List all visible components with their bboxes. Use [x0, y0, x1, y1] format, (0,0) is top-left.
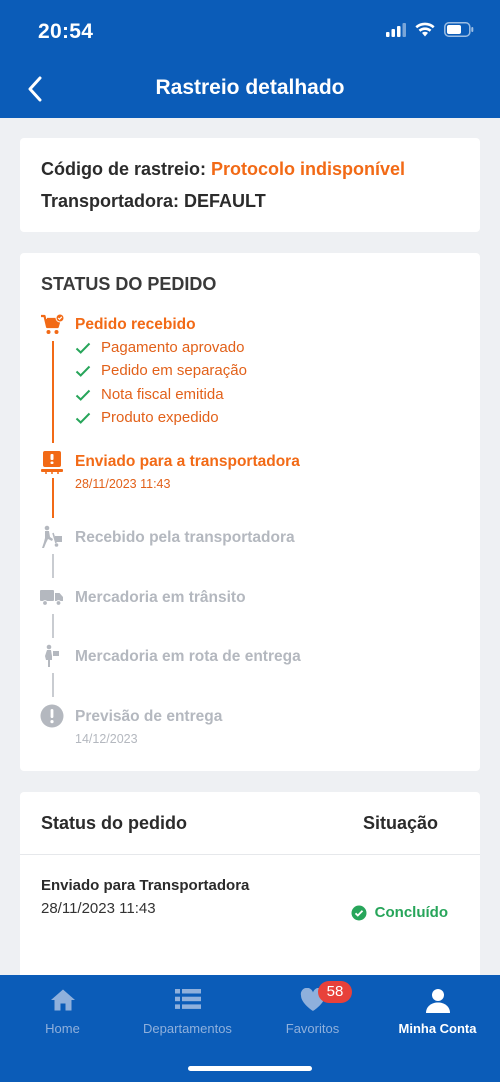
heart-icon	[250, 988, 375, 1014]
wifi-icon	[415, 22, 435, 42]
history-column-situation: Situação	[362, 813, 438, 833]
step-date: 14/12/2023	[75, 732, 138, 746]
favorites-count-badge: 58	[318, 981, 352, 1003]
divider	[20, 854, 480, 855]
bottom-tab-bar: Home Departamentos Favoritos 58 Minha Co…	[0, 975, 500, 1082]
tab-favoritos[interactable]: Favoritos	[250, 975, 375, 1055]
substep-label: Pedido em separação	[101, 362, 247, 379]
timeline-connector	[52, 614, 54, 638]
order-status-heading: STATUS DO PEDIDO	[41, 274, 217, 294]
carrier-label: Transportadora:	[41, 191, 180, 211]
step-label: Previsão de entrega	[75, 708, 223, 725]
timeline-connector	[52, 478, 54, 518]
cart-icon	[40, 313, 64, 337]
substep-label: Pagamento aprovado	[101, 339, 245, 356]
check-icon	[75, 412, 95, 424]
list-icon	[125, 988, 250, 1014]
order-status-card: STATUS DO PEDIDO Pedido recebido Pagamen…	[20, 253, 480, 771]
step-label: Pedido recebido	[75, 316, 196, 333]
signal-icon	[386, 22, 406, 42]
step-label: Enviado para a transportadora	[75, 453, 300, 470]
check-icon	[75, 389, 95, 401]
check-icon	[75, 342, 95, 354]
truck-icon	[40, 585, 64, 609]
tracking-code-row: Código de rastreio: Protocolo indisponív…	[41, 159, 405, 180]
timeline-connector	[52, 673, 54, 697]
tab-label: Minha Conta	[398, 1021, 477, 1036]
home-indicator	[188, 1066, 312, 1071]
step-label: Mercadoria em rota de entrega	[75, 648, 301, 665]
status-history-card: Status do pedido Situação Enviado para T…	[20, 792, 480, 992]
history-row-date: 28/11/2023 11:43	[41, 900, 156, 917]
history-row-title: Enviado para Transportadora	[41, 877, 250, 894]
tab-departamentos[interactable]: Departamentos	[125, 975, 250, 1055]
exclamation-icon	[40, 704, 64, 728]
status-bar: 20:54	[0, 0, 500, 62]
hand-truck-icon	[40, 525, 64, 549]
substep-payment-approved: Pagamento aprovado	[75, 339, 244, 356]
tracking-code-label: Código de rastreio:	[41, 159, 207, 179]
carrier-row: Transportadora: DEFAULT	[41, 191, 266, 212]
tab-label: Home	[45, 1021, 80, 1036]
package-icon	[40, 450, 64, 474]
step-label: Recebido pela transportadora	[75, 529, 295, 546]
substep-label: Nota fiscal emitida	[101, 386, 224, 403]
tracking-info-card: Código de rastreio: Protocolo indisponív…	[20, 138, 480, 232]
status-time: 20:54	[38, 20, 94, 43]
timeline-connector	[52, 554, 54, 578]
check-circle-icon	[351, 905, 367, 920]
history-row-status: Concluído	[351, 904, 448, 921]
tab-label: Favoritos	[285, 1021, 340, 1036]
carrier-value: DEFAULT	[184, 191, 266, 211]
substep-product-shipped: Produto expedido	[75, 409, 219, 426]
status-label: Concluído	[374, 904, 448, 921]
user-icon	[375, 988, 500, 1014]
home-icon	[0, 988, 125, 1014]
step-date: 28/11/2023 11:43	[75, 477, 171, 491]
page-title: Rastreio detalhado	[155, 76, 345, 99]
substep-invoice-issued: Nota fiscal emitida	[75, 386, 224, 403]
tab-label: Departamentos	[143, 1021, 232, 1036]
timeline-connector	[52, 341, 54, 443]
tab-home[interactable]: Home	[0, 975, 125, 1055]
history-column-status: Status do pedido	[41, 813, 187, 833]
delivery-person-icon	[40, 644, 64, 668]
tab-minha-conta[interactable]: Minha Conta	[375, 975, 500, 1055]
navigation-bar: Rastreio detalhado	[0, 62, 500, 118]
check-icon	[75, 365, 95, 377]
tracking-code-value: Protocolo indisponível	[211, 159, 406, 179]
step-label: Mercadoria em trânsito	[75, 589, 246, 606]
substep-label: Produto expedido	[101, 409, 219, 426]
status-icons	[386, 22, 474, 42]
battery-icon	[444, 22, 474, 42]
substep-order-separation: Pedido em separação	[75, 362, 247, 379]
